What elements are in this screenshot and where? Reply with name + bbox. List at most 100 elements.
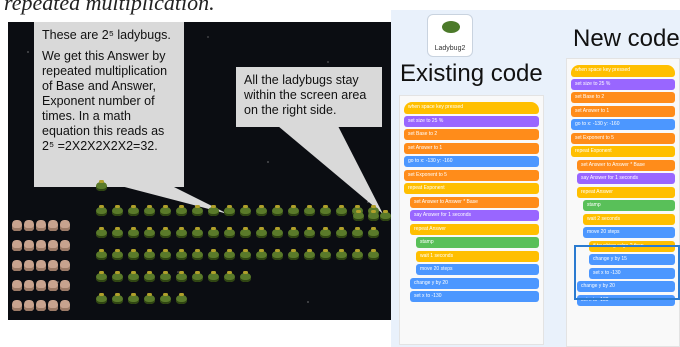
code-block[interactable]: wait 1 seconds: [416, 250, 539, 262]
code-block[interactable]: stamp: [416, 237, 539, 248]
new-code-highlight: [574, 245, 680, 300]
ladybug-stamp: [320, 205, 331, 216]
ladybug-stamp: [208, 271, 219, 282]
ladybug-stamp: [208, 205, 219, 216]
ladybug-stamp: [256, 249, 267, 260]
ladybug-stamp: [272, 249, 283, 260]
cat-stamp: [36, 280, 46, 291]
ladybug-stamp: [112, 249, 123, 260]
ladybug-stamp: [352, 249, 363, 260]
cat-stamp: [24, 220, 34, 231]
cat-stamp: [24, 300, 34, 311]
code-block[interactable]: repeat Exponent: [404, 183, 539, 194]
ladybug-stamp: [176, 293, 187, 304]
ladybug-stamp: [144, 293, 155, 304]
ladybug-stamp: [176, 249, 187, 260]
ladybug-stamp: [96, 205, 107, 216]
cat-stamp: [24, 240, 34, 251]
code-block[interactable]: set size to 25 %: [571, 78, 675, 90]
ladybug-stamp: [160, 293, 171, 304]
ladybug-stamp: [288, 205, 299, 216]
ladybug-stamp: [192, 205, 203, 216]
cat-stamp: [60, 280, 70, 291]
ladybug-stamp: [224, 249, 235, 260]
slide-bottom: [0, 320, 391, 347]
ladybug-stamp: [96, 249, 107, 260]
ladybug-stamp: [208, 227, 219, 238]
cat-stamp: [12, 260, 22, 271]
new-code-title: New code: [573, 25, 680, 52]
ladybug-stamp: [240, 271, 251, 282]
cat-stamp: [60, 300, 70, 311]
ladybug-stamp: [192, 227, 203, 238]
cat-stamp: [12, 240, 22, 251]
cat-stamp: [36, 260, 46, 271]
cat-stamp: [12, 280, 22, 291]
code-block[interactable]: set Answer to 1: [404, 142, 539, 154]
ladybug-stamp: [192, 249, 203, 260]
ladybug-stamp: [240, 249, 251, 260]
code-block[interactable]: set Exponent to 5: [571, 132, 675, 144]
code-block[interactable]: set x to -130: [410, 291, 539, 302]
code-block[interactable]: set size to 25 %: [404, 115, 539, 127]
ladybug-stamp: [272, 227, 283, 238]
ladybug-stamp: [272, 205, 283, 216]
scratch-stage: These are 2⁵ ladybugs. We get this Answe…: [8, 22, 391, 320]
code-block[interactable]: when space key pressed: [404, 102, 539, 114]
cat-stamp: [60, 240, 70, 251]
code-block[interactable]: set Answer to Answer * Base: [410, 196, 539, 208]
code-block[interactable]: move 20 steps: [416, 264, 539, 275]
code-block[interactable]: when space key pressed: [571, 65, 675, 77]
cat-stamp: [36, 300, 46, 311]
code-block[interactable]: wait 2 seconds: [583, 213, 675, 225]
ladybug-stamp: [224, 205, 235, 216]
ladybug-stamp: [336, 227, 347, 238]
ladybug-stamp: [128, 227, 139, 238]
ladybug-stamp: [192, 271, 203, 282]
code-block[interactable]: move 20 steps: [583, 227, 675, 238]
ladybug-stamp: [96, 227, 107, 238]
ladybug-stamp: [128, 205, 139, 216]
code-block[interactable]: repeat Answer: [410, 223, 539, 235]
code-block[interactable]: say Answer for 1 seconds: [410, 210, 539, 221]
cat-stamp: [12, 300, 22, 311]
ladybug-stamp: [320, 227, 331, 238]
ladybug-stamp: [288, 227, 299, 238]
code-block[interactable]: set Base to 2: [571, 92, 675, 103]
ladybug-stamp: [304, 205, 315, 216]
code-block[interactable]: go to x: -130 y: -160: [571, 119, 675, 130]
code-block[interactable]: change y by 20: [410, 277, 539, 289]
cat-stamp: [24, 280, 34, 291]
code-block[interactable]: go to x: -130 y: -160: [404, 156, 539, 167]
cat-stamp: [60, 220, 70, 231]
ladybug-stamp: [160, 249, 171, 260]
code-block[interactable]: repeat Exponent: [571, 146, 675, 157]
code-block[interactable]: say Answer for 1 seconds: [577, 173, 675, 184]
code-block[interactable]: repeat Answer: [577, 186, 675, 198]
sprite-thumbnail[interactable]: Ladybug2: [427, 14, 473, 57]
ladybug-stamp: [144, 249, 155, 260]
cat-stamp: [48, 300, 58, 311]
ladybug-stamp: [208, 249, 219, 260]
ladybug-stamp: [96, 180, 107, 191]
cat-stamp: [48, 280, 58, 291]
ladybug-stamp: [160, 227, 171, 238]
ladybug-stamp: [224, 227, 235, 238]
code-block[interactable]: set Exponent to 5: [404, 169, 539, 181]
existing-code-title: Existing code: [400, 60, 543, 87]
ladybug-stamp: [112, 227, 123, 238]
code-block[interactable]: stamp: [583, 200, 675, 211]
ladybug-stamp: [128, 271, 139, 282]
sprite-name: Ladybug2: [434, 45, 466, 52]
ladybug-stamp: [320, 249, 331, 260]
code-block[interactable]: set Answer to Answer * Base: [577, 159, 675, 171]
ladybug-stamp: [368, 227, 379, 238]
ladybug-stamp: [353, 210, 364, 221]
code-block[interactable]: set Base to 2: [404, 129, 539, 140]
code-block[interactable]: set Answer to 1: [571, 105, 675, 117]
ladybug-stamp: [112, 271, 123, 282]
cat-stamp: [36, 240, 46, 251]
ladybug-stamp: [304, 227, 315, 238]
ladybug-stamp: [368, 210, 379, 221]
cat-stamp: [48, 240, 58, 251]
